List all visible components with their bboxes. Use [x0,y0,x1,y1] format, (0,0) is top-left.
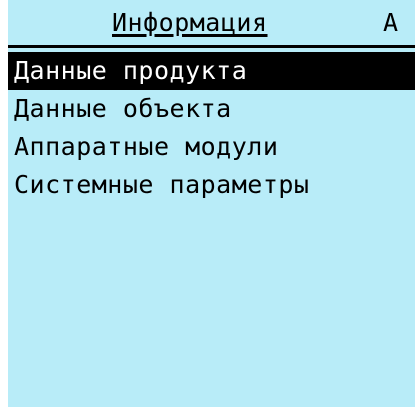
header-divider [8,45,415,48]
device-display: Информация А Данные продукта Данные объе… [8,0,415,407]
header: Информация А [8,6,415,40]
menu-list: Данные продукта Данные объекта Аппаратны… [8,52,415,204]
menu-item-system-parameters[interactable]: Системные параметры [8,166,415,204]
menu-item-hardware-modules[interactable]: Аппаратные модули [8,128,415,166]
menu-item-product-data[interactable]: Данные продукта [8,52,415,90]
menu-item-object-data[interactable]: Данные объекта [8,90,415,128]
status-indicator: А [383,8,399,37]
page-title: Информация [112,8,268,37]
